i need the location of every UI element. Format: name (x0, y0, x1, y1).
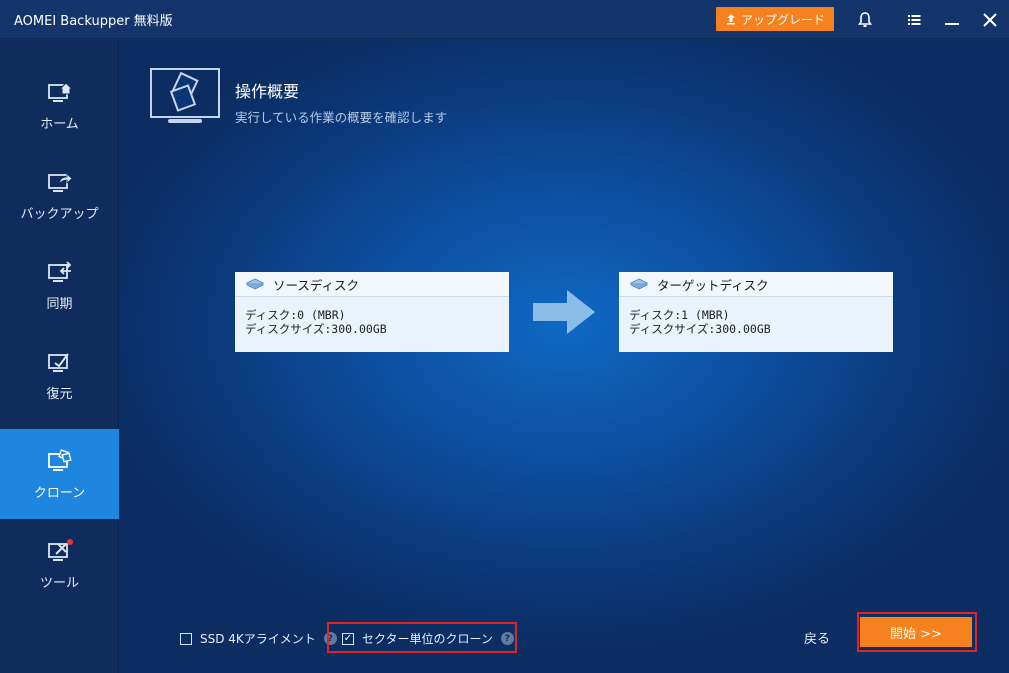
sector-clone-option[interactable]: ✓ セクター単位のクローン ? (342, 630, 514, 647)
target-disk-number: ディスク:1 (MBR) (629, 308, 730, 322)
target-disk-header: ターゲットディスク (619, 272, 893, 297)
app-title: AOMEI Backupper 無料版 (14, 14, 173, 29)
sidebar-item-label: クローン (33, 485, 86, 501)
target-disk-size: ディスクサイズ:300.00GB (629, 322, 771, 336)
page-subtitle: 実行している作業の概要を確認します (235, 110, 448, 125)
bell-icon[interactable] (855, 10, 875, 30)
backup-icon (47, 172, 73, 192)
page-title: 操作概要 (235, 82, 300, 101)
sidebar-item-label: 復元 (46, 386, 73, 402)
home-icon (47, 81, 73, 102)
main-panel: 操作概要 実行している作業の概要を確認します ソースディスク ディスク:0 (M… (120, 40, 1009, 673)
sidebar-item-backup[interactable]: バックアップ (0, 150, 119, 240)
upgrade-label: アップグレード (740, 12, 825, 27)
close-icon[interactable] (980, 10, 1000, 30)
sidebar-item-home[interactable]: ホーム (0, 60, 119, 150)
sidebar: ホーム バックアップ 同期 復元 クローン ツール (0, 40, 119, 673)
disk-icon (245, 278, 265, 290)
start-button[interactable]: 開始 >> (860, 617, 972, 647)
title-bar: AOMEI Backupper 無料版 アップグレード (0, 0, 1009, 39)
help-icon[interactable]: ? (500, 632, 514, 645)
sector-clone-checkbox[interactable]: ✓ (342, 632, 354, 645)
upgrade-button[interactable]: アップグレード (716, 7, 834, 31)
sidebar-item-sync[interactable]: 同期 (0, 240, 119, 330)
sidebar-item-tools[interactable]: ツール (0, 519, 119, 609)
sidebar-item-label: ホーム (40, 116, 79, 132)
restore-icon (47, 352, 69, 372)
source-disk-title: ソースディスク (273, 277, 360, 293)
right-arrow-icon (533, 290, 595, 334)
upgrade-arrow-icon (726, 14, 735, 25)
back-button[interactable]: 戻る (804, 628, 830, 647)
source-disk-card: ソースディスク ディスク:0 (MBR) ディスクサイズ:300.00GB (235, 272, 509, 352)
tools-icon (47, 538, 73, 561)
sidebar-item-label: バックアップ (20, 206, 99, 222)
clone-summary-icon (150, 68, 220, 123)
disk-icon (629, 278, 649, 290)
source-disk-number: ディスク:0 (MBR) (245, 308, 346, 322)
sidebar-item-label: 同期 (46, 296, 73, 312)
sidebar-item-restore[interactable]: 復元 (0, 330, 119, 420)
source-disk-header: ソースディスク (235, 272, 509, 297)
source-disk-size: ディスクサイズ:300.00GB (245, 322, 387, 336)
ssd-alignment-option[interactable]: SSD 4Kアライメント ? (180, 630, 337, 647)
sector-clone-label: セクター単位のクローン (362, 632, 493, 646)
target-disk-title: ターゲットディスク (657, 277, 769, 293)
sync-icon (47, 260, 71, 282)
minimize-icon[interactable] (942, 10, 962, 30)
bottom-bar: SSD 4Kアライメント ? ✓ セクター単位のクローン ? 戻る 開始 >> (120, 610, 1009, 670)
sidebar-item-clone[interactable]: クローン (0, 429, 119, 519)
menu-icon[interactable] (904, 10, 924, 30)
ssd-alignment-checkbox[interactable] (180, 632, 192, 645)
ssd-alignment-label: SSD 4Kアライメント (200, 632, 316, 646)
clone-icon (47, 448, 72, 471)
sidebar-item-label: ツール (39, 575, 79, 591)
target-disk-card: ターゲットディスク ディスク:1 (MBR) ディスクサイズ:300.00GB (619, 272, 893, 352)
